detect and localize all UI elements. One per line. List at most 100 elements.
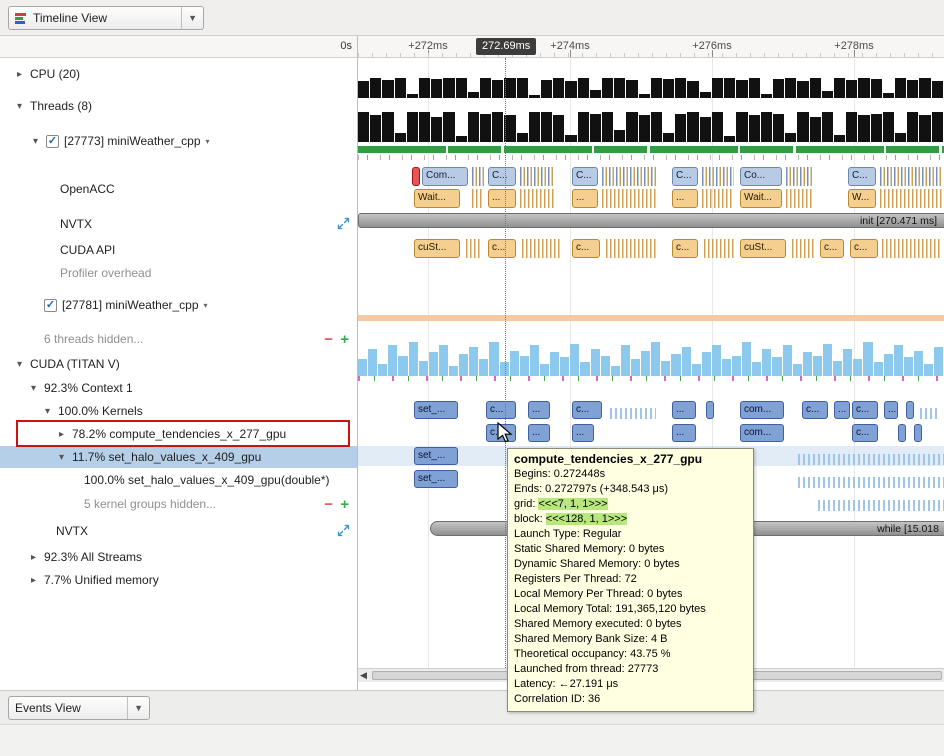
event-chip[interactable] [702, 189, 734, 208]
event-chip-c[interactable]: c... [572, 401, 602, 419]
event-chip[interactable] [520, 189, 554, 208]
event-chip-c[interactable]: c... [672, 239, 698, 258]
event-chip-set[interactable]: set_... [414, 447, 458, 465]
collapse-arrow-icon[interactable]: ▾ [14, 101, 25, 112]
event-chip-wait[interactable]: Wait... [414, 189, 460, 208]
event-chip-co[interactable]: Co... [740, 167, 782, 186]
expand-track-icon[interactable] [337, 524, 350, 540]
expand-arrow-icon[interactable]: ▸ [28, 575, 39, 586]
event-chip[interactable] [786, 189, 814, 208]
event-chip-item[interactable]: ... [528, 401, 550, 419]
show-rows-button[interactable]: + [340, 497, 349, 512]
row-options-dropdown-icon[interactable]: ▾ [204, 301, 208, 310]
row-checkbox[interactable]: ✓ [46, 135, 59, 148]
tree-row-7-7-unified-memory[interactable]: ▸7.7% Unified memory [0, 569, 357, 591]
event-chip[interactable] [704, 239, 734, 258]
collapse-arrow-icon[interactable]: ▾ [56, 452, 67, 463]
row-checkbox[interactable]: ✓ [44, 299, 57, 312]
tree-row-6-threads-hidden[interactable]: 6 threads hidden...−+ [0, 328, 357, 350]
event-chip-c[interactable]: c... [820, 239, 844, 258]
track-cuda-api[interactable]: cuSt... c... c... c... cuSt... c... c... [358, 238, 944, 259]
event-chip[interactable] [882, 239, 942, 258]
event-chip[interactable] [412, 167, 420, 186]
event-chip[interactable] [520, 167, 554, 186]
collapse-arrow-icon[interactable]: ▾ [28, 383, 39, 394]
event-chip-com[interactable]: Com... [422, 167, 468, 186]
event-chip[interactable] [914, 424, 922, 442]
event-chip-com[interactable]: com... [740, 424, 784, 442]
event-chip[interactable] [472, 189, 484, 208]
events-view-combo[interactable]: Events View ▼ [8, 696, 150, 720]
event-chip[interactable] [602, 189, 658, 208]
event-chip[interactable] [466, 239, 482, 258]
tree-row-92-3-all-streams[interactable]: ▸92.3% All Streams [0, 546, 357, 568]
collapse-arrow-icon[interactable]: ▾ [30, 136, 41, 147]
event-chip-w[interactable]: W... [848, 189, 876, 208]
tree-row-27773-miniweather-cpp[interactable]: ▾✓[27773] miniWeather_cpp▾ [0, 130, 357, 152]
track-nvtx-cpu[interactable]: init [270.471 ms] [358, 212, 944, 229]
tree-row-openacc[interactable]: OpenACC [0, 178, 357, 200]
event-chip[interactable] [906, 401, 914, 419]
track-cuda-gpu-activity[interactable] [358, 342, 944, 376]
expand-arrow-icon[interactable]: ▸ [56, 429, 67, 440]
timeline-view-combo[interactable]: Timeline View ▼ [8, 6, 204, 30]
event-chip-c[interactable]: C... [488, 167, 516, 186]
hide-rows-button[interactable]: − [324, 497, 333, 512]
event-chip-item[interactable]: ... [528, 424, 550, 442]
event-chip-c[interactable]: c... [802, 401, 828, 419]
event-chip-set[interactable]: set_... [414, 401, 458, 419]
tree-row-profiler-overhead[interactable]: Profiler overhead [0, 262, 357, 284]
panel-divider[interactable] [357, 36, 358, 690]
event-chip-c[interactable]: c... [486, 401, 516, 419]
event-chip[interactable] [792, 239, 814, 258]
tree-row-11-7-set-halo-values-x-409-gpu[interactable]: ▾11.7% set_halo_values_x_409_gpu [0, 446, 357, 468]
event-chip-com[interactable]: com... [740, 401, 784, 419]
event-chip-item[interactable]: ... [672, 424, 696, 442]
event-chip-set[interactable]: set_... [414, 470, 458, 488]
track-cpu-utilization[interactable] [358, 78, 944, 98]
tree-row-78-2-compute-tendencies-x-277-gp[interactable]: ▸78.2% compute_tendencies_x_277_gpu [0, 423, 357, 445]
event-chip-item[interactable]: ... [672, 401, 696, 419]
event-chip-c[interactable]: c... [850, 239, 878, 258]
track-compute-tendencies-x[interactable]: c............com...c... [358, 423, 944, 443]
expand-arrow-icon[interactable]: ▸ [28, 552, 39, 563]
event-chip[interactable] [818, 500, 944, 511]
event-chip-c[interactable]: c... [852, 401, 878, 419]
event-chip[interactable] [606, 239, 658, 258]
event-chip-cust[interactable]: cuSt... [740, 239, 786, 258]
event-chip[interactable] [798, 454, 944, 465]
event-chip-c[interactable]: c... [852, 424, 878, 442]
event-chip-item[interactable]: ... [672, 189, 698, 208]
event-chip-c[interactable]: c... [572, 239, 600, 258]
collapse-arrow-icon[interactable]: ▾ [14, 359, 25, 370]
event-chip-c[interactable]: C... [572, 167, 598, 186]
tree-row-cuda-titan-v[interactable]: ▾CUDA (TITAN V) [0, 353, 357, 375]
event-chip[interactable] [706, 401, 714, 419]
event-chip-item[interactable]: ... [572, 189, 598, 208]
event-chip-c[interactable]: C... [848, 167, 876, 186]
event-chip-cust[interactable]: cuSt... [414, 239, 460, 258]
event-chip[interactable] [920, 408, 940, 419]
expand-arrow-icon[interactable]: ▸ [14, 69, 25, 80]
tree-row-nvtx[interactable]: NVTX [0, 520, 357, 542]
event-chip[interactable] [702, 167, 734, 186]
expand-track-icon[interactable] [337, 217, 350, 233]
event-chip-item[interactable]: ... [884, 401, 898, 419]
tree-row-5-kernel-groups-hidden[interactable]: 5 kernel groups hidden...−+ [0, 493, 357, 515]
hide-rows-button[interactable]: − [324, 332, 333, 347]
event-chip[interactable] [798, 477, 944, 488]
event-chip-c[interactable]: C... [672, 167, 698, 186]
tree-row-cuda-api[interactable]: CUDA API [0, 239, 357, 261]
event-chip[interactable] [522, 239, 562, 258]
event-chip-item[interactable]: ... [488, 189, 516, 208]
tree-row-100-0-set-halo-values-x-409-gpu-[interactable]: 100.0% set_halo_values_x_409_gpu(double*… [0, 469, 357, 491]
track-cuda-memory-ops[interactable] [358, 376, 944, 381]
event-chip[interactable] [880, 167, 942, 186]
event-chip-c[interactable]: c... [488, 239, 516, 258]
event-chip[interactable] [472, 167, 484, 186]
track-thread-activity[interactable] [358, 112, 944, 142]
event-chip[interactable] [610, 408, 656, 419]
track-openacc-waits[interactable]: Wait............Wait...W... [358, 188, 944, 209]
track-openacc-constructs[interactable]: Com... C... C... C... Co... C... [358, 166, 944, 187]
scroll-left-icon[interactable]: ◀ [360, 670, 367, 681]
